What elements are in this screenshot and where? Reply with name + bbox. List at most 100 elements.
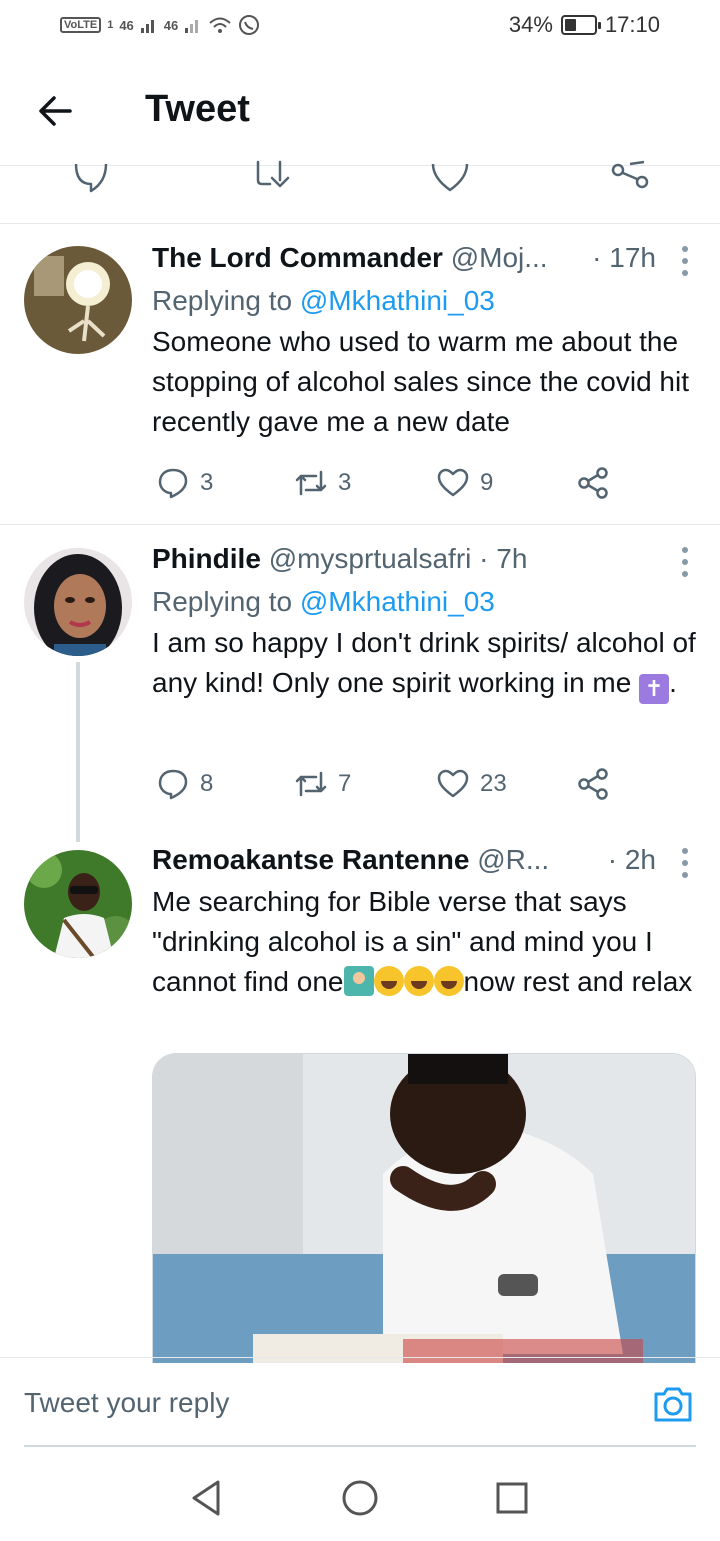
share-icon (611, 160, 649, 189)
app-header: Tweet (0, 56, 720, 166)
share-button[interactable] (610, 160, 650, 199)
reply-icon (158, 468, 188, 499)
page-title: Tweet (145, 88, 250, 130)
like-icon (437, 468, 469, 497)
tweet-text-end: . (669, 667, 677, 698)
share-icon (578, 768, 608, 800)
nav-recents-button[interactable] (494, 1478, 534, 1518)
like-count: 9 (480, 469, 494, 496)
tweet-text-content: I am so happy I don't drink spirits/ alc… (152, 627, 696, 698)
author-name[interactable]: Phindile (152, 543, 261, 574)
status-bar: VoLTE 1 46 46 34% 17:10 (0, 0, 720, 56)
reply-icon (158, 769, 188, 800)
clock: 17:10 (604, 12, 660, 37)
whatsapp-icon (239, 15, 260, 35)
wifi-icon (209, 17, 231, 33)
nav-home-icon (342, 1480, 378, 1516)
retweet-icon (295, 771, 327, 797)
signal-bars-icon (185, 20, 199, 33)
tweet-body: Phindile @mysprtualsafri · 7h Replying t… (152, 543, 696, 704)
retweet-button[interactable] (250, 160, 292, 199)
tweet-header: The Lord Commander @Moj... · 17h (152, 242, 696, 280)
author-handle[interactable]: @Moj... (451, 242, 548, 273)
replying-to: Replying to @Mkhathini_03 (152, 280, 696, 322)
tweet-header: Remoakantse Rantenne @R... · 2h (152, 844, 696, 882)
share-button[interactable] (576, 466, 610, 500)
like-icon (437, 769, 469, 798)
reply-mention-link[interactable]: @Mkhathini_03 (300, 586, 495, 617)
avatar[interactable] (24, 548, 132, 656)
retweet-count: 3 (338, 469, 352, 496)
reply-button[interactable]: 3 (156, 466, 213, 500)
nav-back-icon (192, 1480, 220, 1516)
tweet-actions: 3 3 9 (152, 466, 622, 506)
tweet-actions: 8 7 23 (152, 767, 622, 807)
reply-input[interactable]: Tweet your reply (24, 1358, 624, 1448)
tweet-time: · 2h (607, 844, 656, 875)
avatar[interactable] (24, 850, 132, 958)
like-icon (431, 163, 469, 192)
like-button[interactable]: 23 (436, 767, 507, 801)
retweet-button[interactable]: 7 (294, 767, 351, 801)
replying-to-prefix: Replying to (152, 586, 300, 617)
system-nav-bar (0, 1448, 720, 1541)
latin-cross-emoji: ✝ (639, 674, 670, 704)
battery-percent: 34% (508, 12, 553, 37)
like-count: 23 (480, 770, 507, 797)
signal-2-label: 46 (163, 17, 179, 33)
reply-underline (24, 1445, 696, 1447)
tears-of-joy-emoji (373, 966, 404, 996)
main-tweet-actions (0, 160, 720, 224)
nav-recents-icon (496, 1482, 528, 1514)
signal-1-label: 46 (119, 17, 134, 33)
tweet-text: Me searching for Bible verse that says "… (152, 882, 696, 1002)
nav-back-button[interactable] (188, 1478, 228, 1518)
share-icon (578, 467, 608, 499)
tweet-text: Someone who used to warm me about the st… (152, 326, 689, 437)
reply-composer: Tweet your reply (0, 1357, 720, 1447)
share-button[interactable] (576, 767, 610, 801)
volte-badge: VoLTE (60, 17, 102, 33)
back-button[interactable] (30, 86, 80, 136)
person-gesturing-emoji (343, 966, 374, 996)
replying-to: Replying to @Mkhathini_03 (152, 581, 696, 623)
tweet-time: · 7h (479, 543, 528, 574)
reply-button[interactable] (72, 160, 110, 199)
author-name[interactable]: Remoakantse Rantenne (152, 844, 469, 875)
more-options-button[interactable] (680, 848, 690, 878)
author-name[interactable]: The Lord Commander (152, 242, 443, 273)
battery-icon (560, 15, 601, 35)
signal-bars-icon (140, 20, 154, 33)
reply-count: 8 (200, 770, 214, 797)
status-right: 34% 17:10 (509, 12, 660, 38)
replying-to-prefix: Replying to (152, 285, 300, 316)
retweet-count: 7 (338, 770, 352, 797)
reply-button[interactable]: 8 (156, 767, 213, 801)
tweet-media-image[interactable] (152, 1053, 696, 1363)
more-options-button[interactable] (680, 547, 690, 577)
tears-of-joy-emoji (433, 966, 464, 996)
reply-count: 3 (200, 469, 214, 496)
avatar[interactable] (24, 246, 132, 354)
reply-tweet[interactable]: The Lord Commander @Moj... · 17h Replyin… (0, 224, 720, 524)
tweet-time: · 17h (592, 242, 656, 273)
author-handle[interactable]: @mysprtualsafri (269, 543, 472, 574)
tweet-body: The Lord Commander @Moj... · 17h Replyin… (152, 242, 696, 442)
back-arrow-icon (39, 96, 72, 126)
more-options-button[interactable] (680, 246, 690, 276)
status-left: VoLTE 1 46 46 (60, 14, 260, 36)
retweet-button[interactable]: 3 (294, 466, 351, 500)
camera-button[interactable] (652, 1384, 694, 1424)
like-button[interactable]: 9 (436, 466, 493, 500)
reply-icon (74, 163, 108, 193)
tweet-text-content-2: now rest and relax (463, 966, 693, 997)
tweet-header: Phindile @mysprtualsafri · 7h (152, 543, 696, 581)
reply-mention-link[interactable]: @Mkhathini_03 (300, 285, 495, 316)
like-button[interactable] (430, 160, 470, 199)
nav-home-button[interactable] (340, 1478, 380, 1518)
reply-tweet[interactable]: Phindile @mysprtualsafri · 7h Replying t… (0, 525, 720, 825)
camera-icon (654, 1387, 692, 1422)
tweet-body: Remoakantse Rantenne @R... · 2h Me searc… (152, 844, 696, 1002)
sim-number: 1 (107, 19, 114, 31)
author-handle[interactable]: @R... (477, 844, 549, 875)
